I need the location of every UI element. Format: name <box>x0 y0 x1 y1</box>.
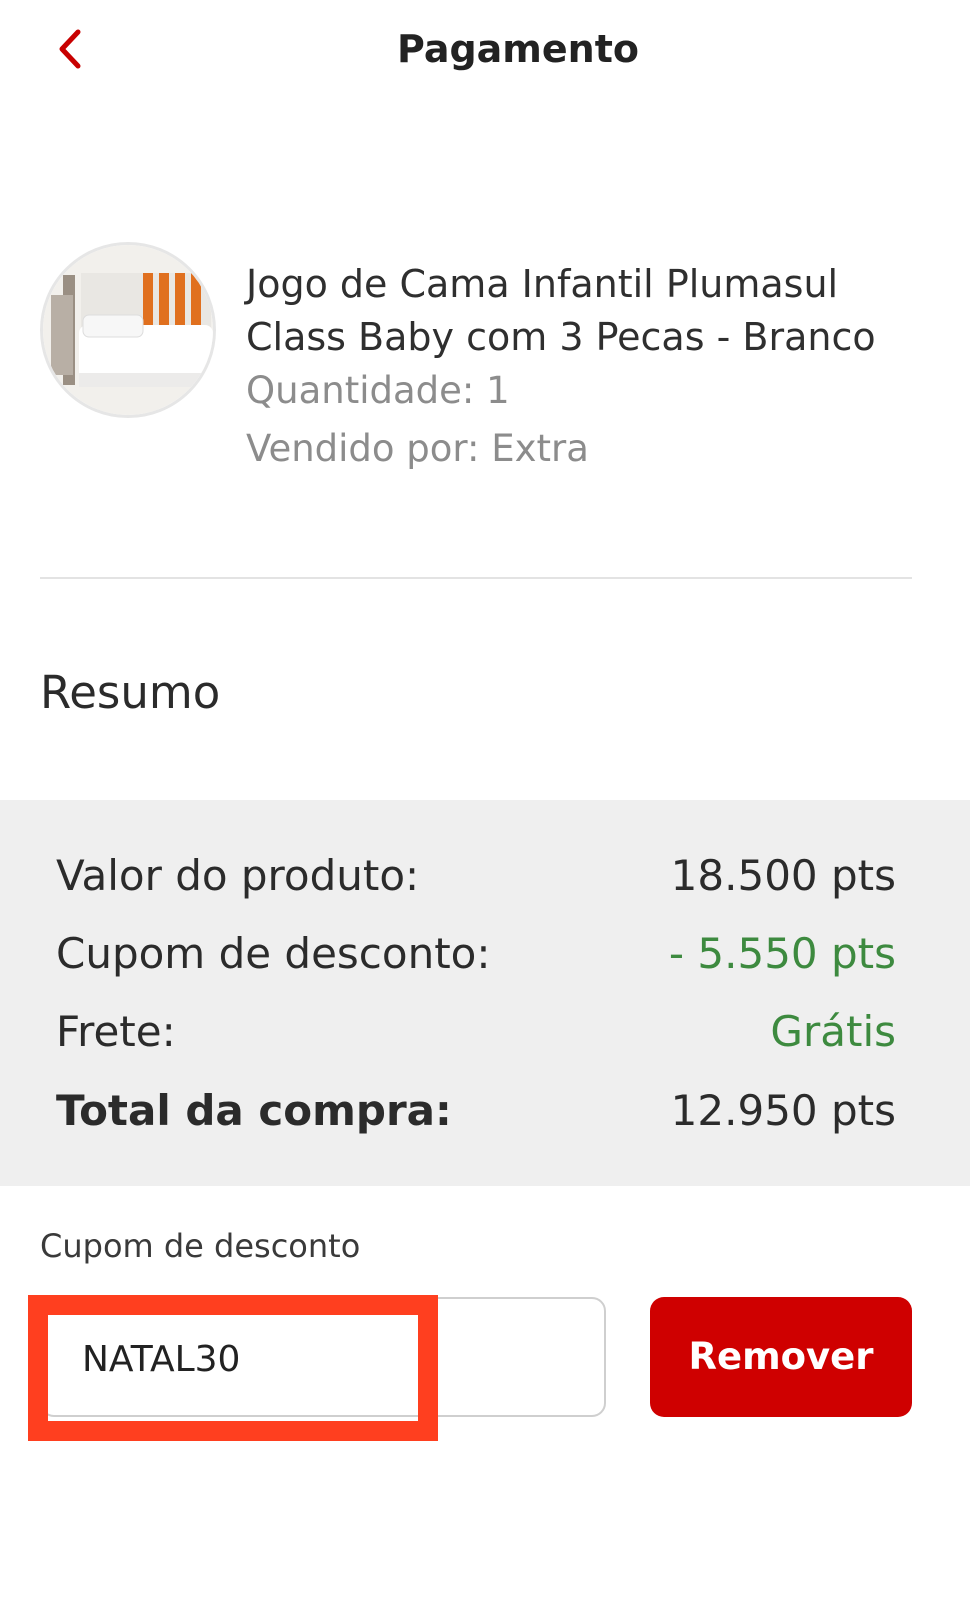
page-title: Pagamento <box>396 27 639 71</box>
summary-label: Frete: <box>56 1007 176 1056</box>
summary-label: Total da compra: <box>56 1086 452 1135</box>
coupon-label: Cupom de desconto <box>40 1227 361 1265</box>
summary-row-coupon: Cupom de desconto: - 5.550 pts <box>56 924 896 984</box>
product-card: Jogo de Cama Infantil Plumasul Class Bab… <box>0 236 970 496</box>
summary-row-product-value: Valor do produto: 18.500 pts <box>56 846 896 906</box>
product-name[interactable]: Jogo de Cama Infantil Plumasul Class Bab… <box>246 258 946 364</box>
summary-box: Valor do produto: 18.500 pts Cupom de de… <box>0 800 970 1186</box>
summary-row-total: Total da compra: 12.950 pts <box>56 1081 896 1141</box>
summary-value: Grátis <box>770 1007 896 1056</box>
coupon-field[interactable] <box>40 1297 606 1417</box>
summary-row-shipping: Frete: Grátis <box>56 1002 896 1062</box>
product-image <box>40 242 216 418</box>
product-seller: Vendido por: Extra <box>246 427 589 470</box>
summary-value: - 5.550 pts <box>668 929 896 978</box>
coupon-input[interactable] <box>82 1329 442 1389</box>
remove-coupon-button[interactable]: Remover <box>650 1297 912 1417</box>
summary-value: 18.500 pts <box>670 851 896 900</box>
product-quantity: Quantidade: 1 <box>246 369 510 412</box>
summary-label: Valor do produto: <box>56 851 420 900</box>
summary-title: Resumo <box>40 666 221 719</box>
summary-value: 12.950 pts <box>670 1086 896 1135</box>
summary-label: Cupom de desconto: <box>56 929 491 978</box>
divider <box>40 577 912 579</box>
header-bar: Pagamento <box>0 0 970 100</box>
